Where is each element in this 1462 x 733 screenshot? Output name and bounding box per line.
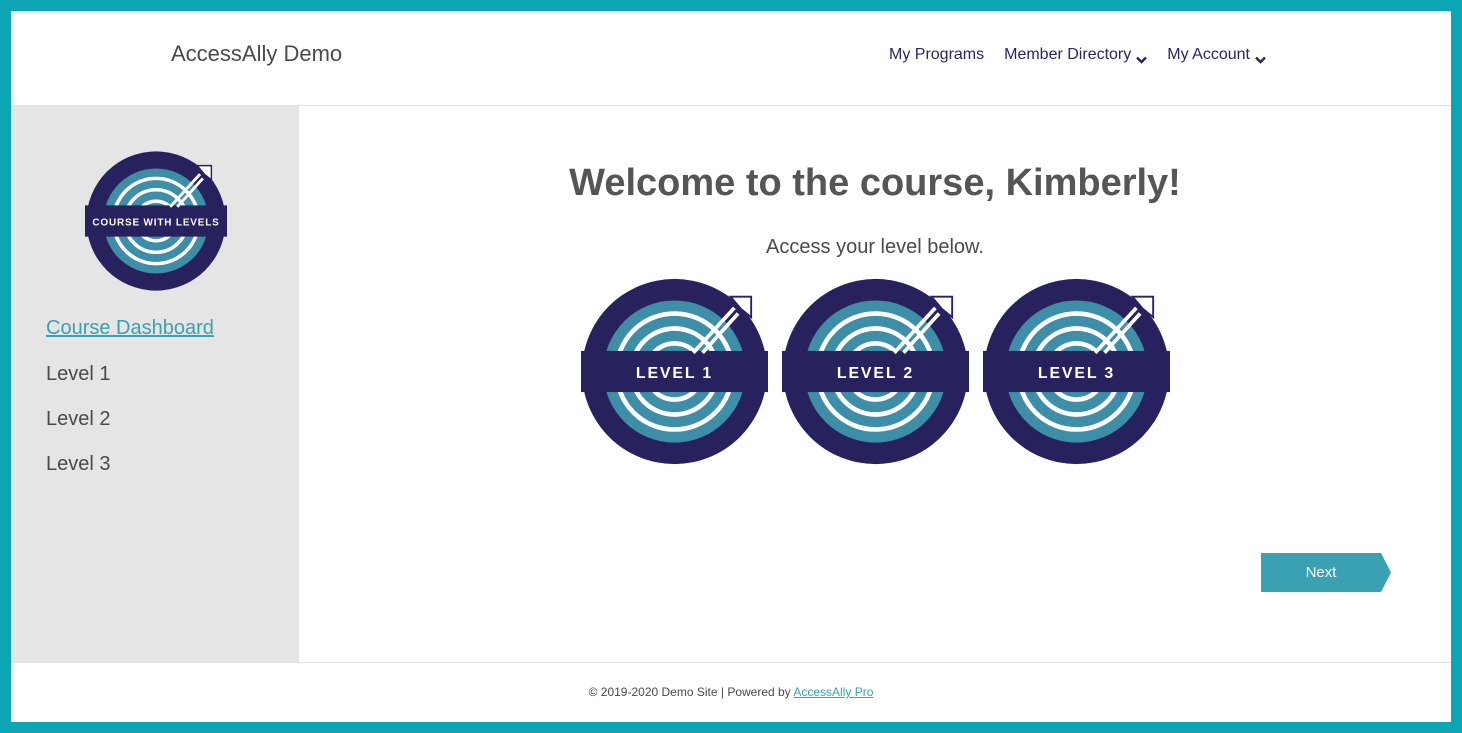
nav-label: Member Directory <box>1004 46 1132 63</box>
course-badge-icon: COURSE WITH LEVELS <box>85 151 227 291</box>
footer-link[interactable]: AccessAlly Pro <box>793 685 873 699</box>
level-badges: LEVEL 1 LEVEL 2 LEVEL 3 <box>581 278 1170 465</box>
level-1-badge[interactable]: LEVEL 1 <box>581 278 768 465</box>
nav-member-directory[interactable]: Member Directory <box>1004 46 1148 64</box>
footer-text: © 2019-2020 Demo Site | Powered by <box>588 685 794 699</box>
site-header: AccessAlly Demo My Programs Member Direc… <box>11 11 1451 106</box>
nav-label: My Programs <box>889 46 985 63</box>
sidebar-item-course-dashboard[interactable]: Course Dashboard <box>46 317 214 340</box>
chevron-down-icon <box>1255 51 1266 64</box>
sidebar: COURSE WITH LEVELS Course Dashboard Leve… <box>11 106 299 662</box>
sidebar-item-level-2[interactable]: Level 2 <box>46 408 111 431</box>
level-3-badge[interactable]: LEVEL 3 <box>983 278 1170 465</box>
nav-my-account[interactable]: My Account <box>1167 46 1266 64</box>
sidebar-item-level-1[interactable]: Level 1 <box>46 363 111 386</box>
page-title: Welcome to the course, Kimberly! <box>569 162 1181 204</box>
main-nav: My Programs Member Directory My Account <box>889 46 1266 64</box>
sidebar-item-level-3[interactable]: Level 3 <box>46 453 111 476</box>
nav-label: My Account <box>1167 46 1250 63</box>
level-label: LEVEL 1 <box>636 365 713 382</box>
chevron-down-icon <box>1136 51 1148 64</box>
level-2-badge[interactable]: LEVEL 2 <box>782 278 969 465</box>
site-title[interactable]: AccessAlly Demo <box>171 41 342 67</box>
nav-my-programs[interactable]: My Programs <box>889 46 984 64</box>
main-content: Welcome to the course, Kimberly! Access … <box>299 106 1451 662</box>
level-label: LEVEL 3 <box>1038 365 1115 382</box>
next-label: Next <box>1305 564 1337 581</box>
level-label: LEVEL 2 <box>837 365 914 382</box>
badge-text: COURSE WITH LEVELS <box>92 217 219 228</box>
next-button[interactable]: Next <box>1261 553 1391 592</box>
site-footer: © 2019-2020 Demo Site | Powered by Acces… <box>11 662 1451 722</box>
page-subtitle: Access your level below. <box>766 236 984 258</box>
page-frame: AccessAlly Demo My Programs Member Direc… <box>11 11 1451 722</box>
